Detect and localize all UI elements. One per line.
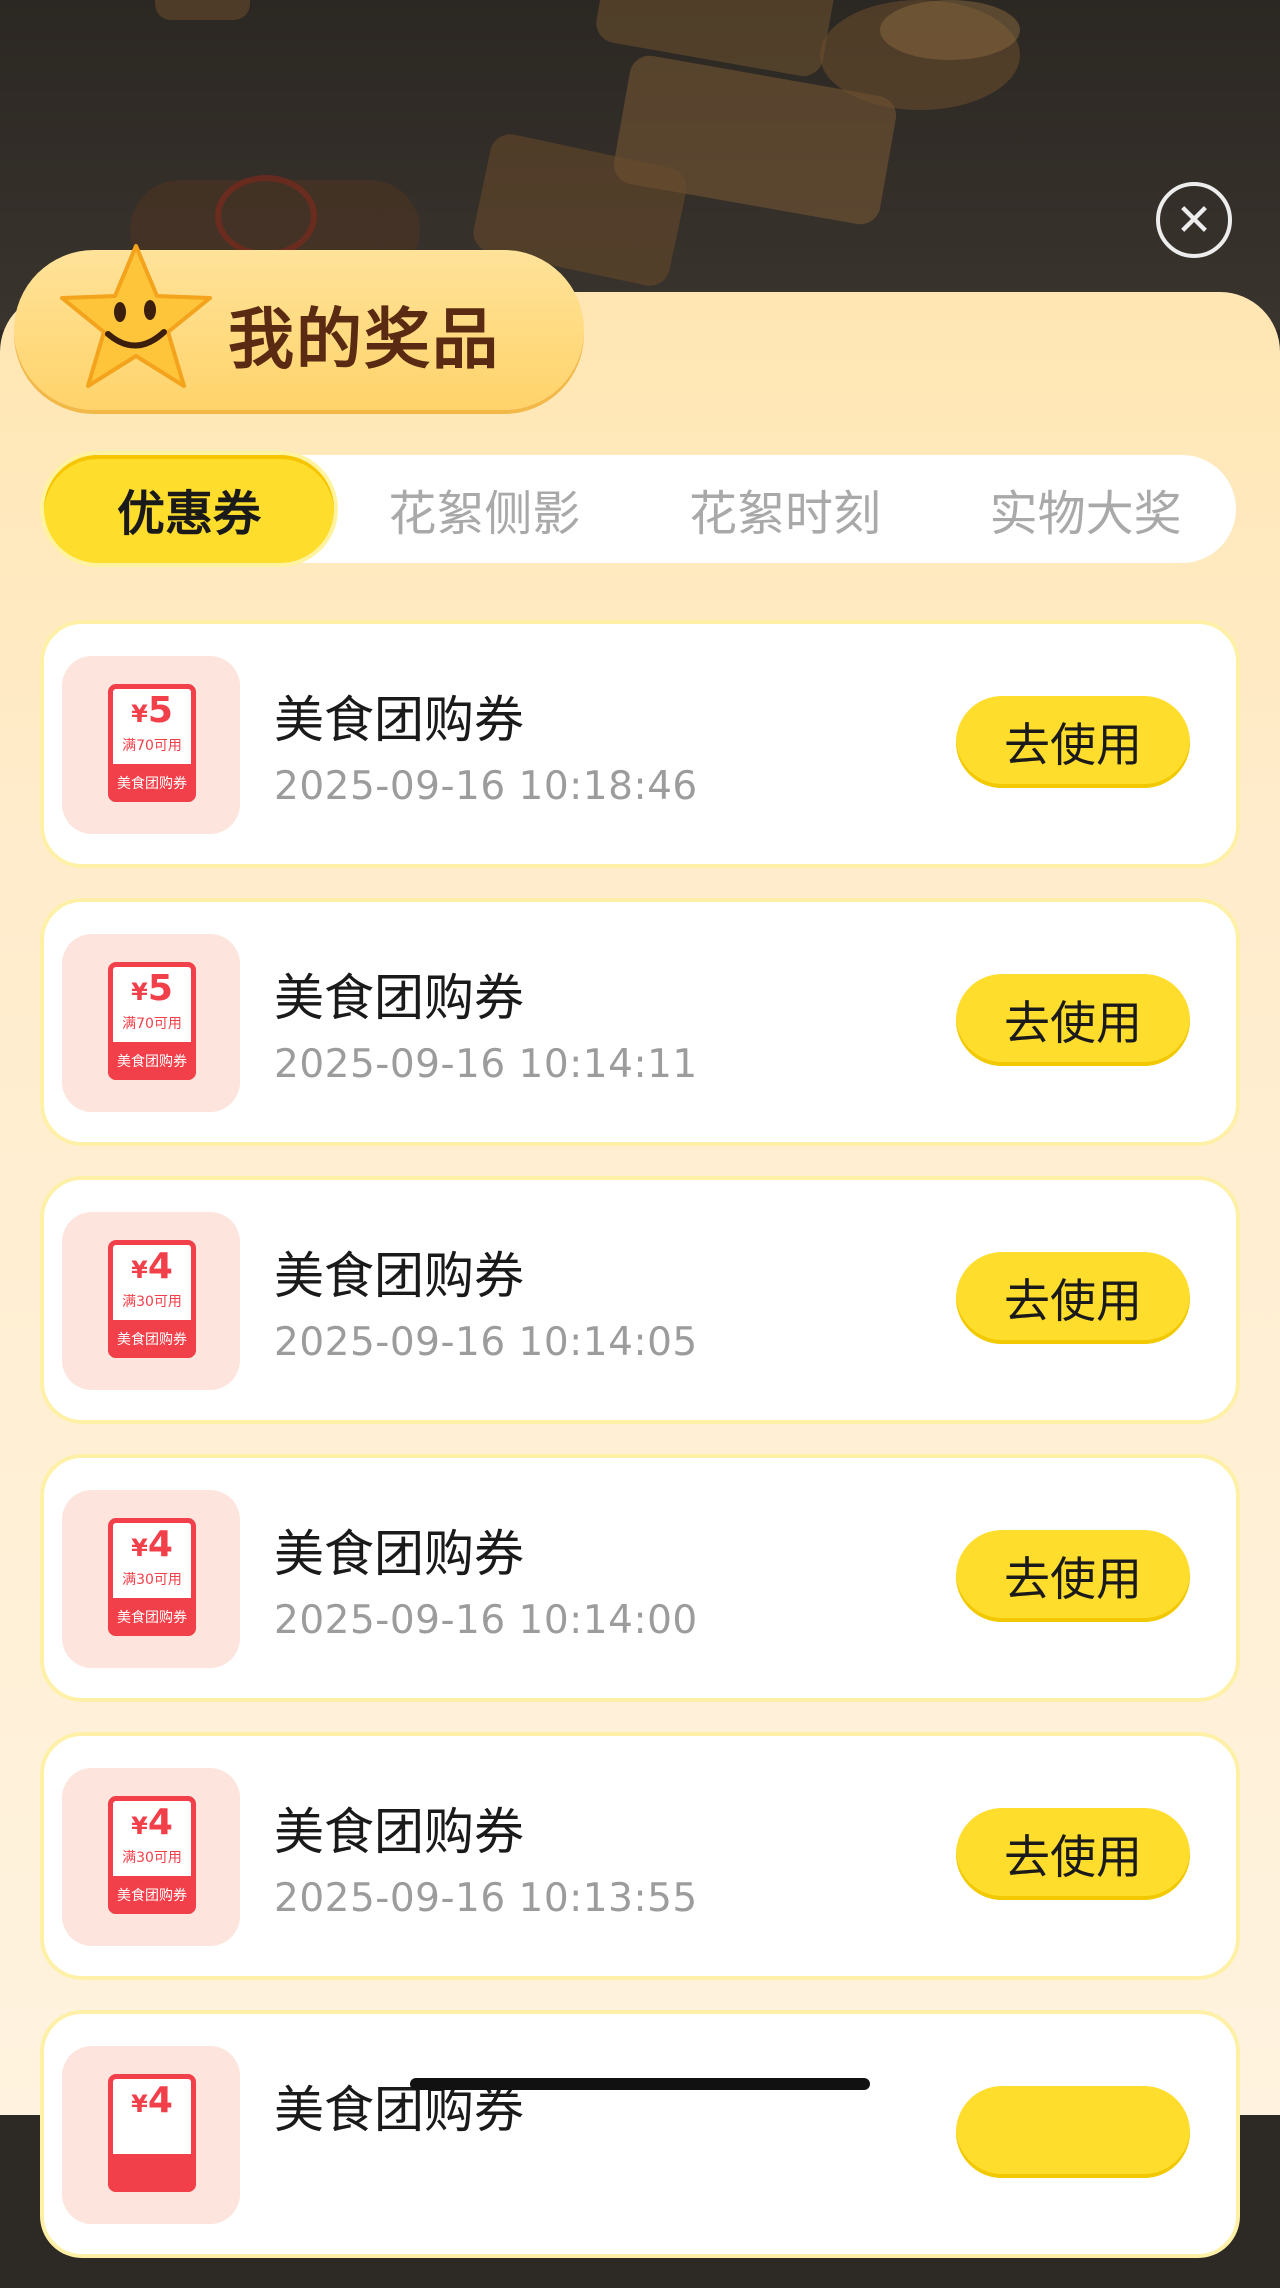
coupon-ticket-icon: ¥4 满30可用 美食团购券 [62,1490,240,1668]
coupon-title: 美食团购券 [274,1803,524,1861]
coupon-timestamp: 2025-09-16 10:13:55 [274,1876,698,1921]
coupon-amount: ¥5 [131,968,173,1009]
coupon-timestamp: 2025-09-16 10:14:05 [274,1320,698,1365]
use-coupon-button[interactable]: 去使用 [956,1252,1190,1344]
coupon-title: 美食团购券 [274,969,524,1027]
coupon-amount: ¥4 [131,1802,173,1843]
coupon-ticket-icon: ¥4 满30可用 美食团购券 [62,1212,240,1390]
background-shape [880,0,1020,60]
coupon-card: ¥4 美食团购券 [40,2010,1240,2258]
coupon-timestamp: 2025-09-16 10:14:00 [274,1598,698,1643]
coupon-card: ¥4 满30可用 美食团购券 美食团购券 2025-09-16 10:14:05… [40,1176,1240,1424]
coupon-ticket: ¥5 满70可用 美食团购券 [108,684,196,802]
coupon-card: ¥4 满30可用 美食团购券 美食团购券 2025-09-16 10:14:00… [40,1454,1240,1702]
coupon-badge-label [108,2154,196,2192]
coupon-ticket-icon: ¥5 满70可用 美食团购券 [62,656,240,834]
coupon-amount: ¥5 [131,690,173,731]
coupon-condition: 满30可用 [122,1850,182,1866]
coupon-title: 美食团购券 [274,1525,524,1583]
coupon-ticket-icon: ¥4 [62,2046,240,2224]
close-icon: ✕ [1175,194,1213,246]
coupon-condition: 满70可用 [122,738,182,754]
tab-moments[interactable]: 花絮时刻 [635,455,936,563]
prize-tabs: 优惠券 花絮侧影 花絮时刻 实物大奖 [44,455,1236,563]
tab-coupons[interactable]: 优惠券 [44,455,334,563]
coupon-ticket: ¥4 满30可用 美食团购券 [108,1796,196,1914]
coupon-badge-label: 美食团购券 [108,764,196,802]
coupon-condition: 满70可用 [122,1016,182,1032]
coupon-card: ¥5 满70可用 美食团购券 美食团购券 2025-09-16 10:18:46… [40,620,1240,868]
coupon-ticket: ¥4 满30可用 美食团购券 [108,1240,196,1358]
coupon-ticket-icon: ¥5 满70可用 美食团购券 [62,934,240,1112]
coupon-timestamp: 2025-09-16 10:18:46 [274,764,698,809]
coupon-badge-label: 美食团购券 [108,1598,196,1636]
use-coupon-button[interactable]: 去使用 [956,1530,1190,1622]
coupon-card: ¥5 满70可用 美食团购券 美食团购券 2025-09-16 10:14:11… [40,898,1240,1146]
background-rope [215,175,317,257]
coupon-condition: 满30可用 [122,1572,182,1588]
close-button[interactable]: ✕ [1156,182,1232,258]
coupon-ticket: ¥5 满70可用 美食团购券 [108,962,196,1080]
star-mascot-icon [60,244,212,388]
coupon-list: ¥5 满70可用 美食团购券 美食团购券 2025-09-16 10:18:46… [40,620,1240,2288]
background-shape [155,0,250,20]
coupon-title: 美食团购券 [274,691,524,749]
coupon-badge-label: 美食团购券 [108,1320,196,1358]
coupon-badge-label: 美食团购券 [108,1876,196,1914]
coupon-title: 美食团购券 [274,1247,524,1305]
coupon-timestamp: 2025-09-16 10:14:11 [274,1042,698,1087]
use-coupon-button[interactable]: 去使用 [956,1808,1190,1900]
use-coupon-button[interactable]: 去使用 [956,696,1190,788]
coupon-ticket-icon: ¥4 满30可用 美食团购券 [62,1768,240,1946]
coupon-amount: ¥4 [131,1524,173,1565]
coupon-card: ¥4 满30可用 美食团购券 美食团购券 2025-09-16 10:13:55… [40,1732,1240,1980]
tab-behind-the-scenes[interactable]: 花絮侧影 [334,455,635,563]
coupon-ticket: ¥4 [108,2074,196,2192]
home-indicator[interactable] [410,2078,870,2090]
use-coupon-button[interactable]: 去使用 [956,974,1190,1066]
coupon-badge-label: 美食团购券 [108,1042,196,1080]
use-coupon-button[interactable] [956,2086,1190,2178]
page-title: 我的奖品 [228,301,500,378]
coupon-condition: 满30可用 [122,1294,182,1310]
tab-physical-prizes[interactable]: 实物大奖 [935,455,1236,563]
coupon-ticket: ¥4 满30可用 美食团购券 [108,1518,196,1636]
coupon-amount: ¥4 [131,2080,173,2121]
coupon-amount: ¥4 [131,1246,173,1287]
